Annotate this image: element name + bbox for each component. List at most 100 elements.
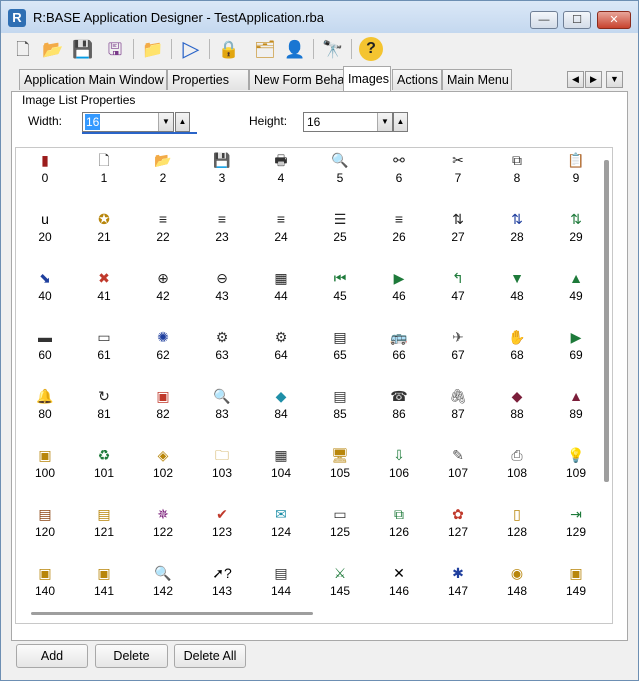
image-list-item[interactable]: 📋 9 [551,148,601,198]
image-list-item[interactable]: ⚙ 63 [197,325,247,375]
image-list-item[interactable]: ⚔ 145 [315,561,365,611]
tab-actions[interactable]: Actions [392,69,442,90]
image-list-item[interactable]: 🚌 66 [374,325,424,375]
image-list-item[interactable]: ▭ 125 [315,502,365,552]
image-list-item[interactable]: ▤ 121 [79,502,129,552]
image-list-item[interactable]: ✪ 21 [79,207,129,257]
image-list-item[interactable]: ✎ 107 [433,443,483,493]
image-list-item[interactable]: 💾 3 [197,148,247,198]
height-dropdown-button[interactable]: ▼ [377,113,392,131]
image-list-item[interactable]: ⎙ 108 [492,443,542,493]
image-list-item[interactable]: ▶ 46 [374,266,424,316]
width-dropdown-button[interactable]: ▼ [158,113,173,131]
image-list-item[interactable]: ⧉ 8 [492,148,542,198]
image-list-item[interactable]: 🔍 83 [197,384,247,434]
image-list-item[interactable]: ✉ 124 [256,502,306,552]
image-list-item[interactable]: ≡ 26 [374,207,424,257]
image-list-item[interactable]: u 20 [20,207,70,257]
toolbar-user-button[interactable]: 👤 [283,37,307,61]
image-list-item[interactable]: ▣ 140 [20,561,70,611]
image-list-item[interactable]: ▮ 0 [20,148,70,198]
toolbar-save-button[interactable]: 💾 [71,37,95,61]
image-list-item[interactable]: ⊕ 42 [138,266,188,316]
image-list-item[interactable]: 📂 2 [138,148,188,198]
image-list-item[interactable]: ☰ 25 [315,207,365,257]
image-list-item[interactable]: ⇩ 106 [374,443,424,493]
image-list-item[interactable]: ◉ 148 [492,561,542,611]
image-list-item[interactable]: ⊖ 43 [197,266,247,316]
delete-button[interactable]: Delete [95,644,168,668]
horizontal-scrollbar-thumb[interactable] [31,612,313,615]
image-list-item[interactable]: ▣ 82 [138,384,188,434]
tab-main-menu[interactable]: Main Menu [442,69,512,90]
image-list-item[interactable]: ▤ 85 [315,384,365,434]
toolbar-find-button[interactable]: 🔭 [321,37,345,61]
image-list-item[interactable]: ◆ 88 [492,384,542,434]
toolbar-new-button[interactable]: 🗋 [11,37,35,61]
image-list-item[interactable]: ▤ 65 [315,325,365,375]
image-list-item[interactable]: ≡ 23 [197,207,247,257]
image-list-item[interactable]: ≡ 22 [138,207,188,257]
image-list-item[interactable]: ▣ 149 [551,561,601,611]
tab-properties[interactable]: Properties [167,69,249,90]
image-list-item[interactable]: ⇥ 129 [551,502,601,552]
image-list-item[interactable]: ⇅ 29 [551,207,601,257]
tab-menu-button[interactable]: ▼ [606,71,623,88]
toolbar-lock-button[interactable]: 🔒 [217,37,241,61]
image-list-item[interactable]: ▼ 48 [492,266,542,316]
image-list-item[interactable]: ▭ 61 [79,325,129,375]
image-list-item[interactable]: 🗋 1 [79,148,129,198]
image-list-item[interactable]: 🖇 87 [433,384,483,434]
image-list-item[interactable]: ◈ 102 [138,443,188,493]
image-list-item[interactable]: ▦ 104 [256,443,306,493]
image-list-item[interactable]: ✱ 147 [433,561,483,611]
image-list-item[interactable]: ✖ 41 [79,266,129,316]
image-list-item[interactable]: ✵ 122 [138,502,188,552]
image-list-item[interactable]: ▬ 60 [20,325,70,375]
image-list-item[interactable]: 🖥 105 [315,443,365,493]
toolbar-open-button[interactable]: 📂 [41,37,65,61]
image-list-item[interactable]: ⚙ 64 [256,325,306,375]
image-list-item[interactable]: ✈ 67 [433,325,483,375]
image-list-item[interactable]: ▣ 141 [79,561,129,611]
image-list-item[interactable]: ✋ 68 [492,325,542,375]
toolbar-run-button[interactable]: ▷ [179,37,203,61]
toolbar-help-button[interactable]: ? [359,37,383,61]
image-list-item[interactable]: ⇅ 28 [492,207,542,257]
image-list-item[interactable]: ⇅ 27 [433,207,483,257]
title-bar[interactable]: R R:BASE Application Designer - TestAppl… [1,1,638,33]
minimize-button[interactable]: — [530,11,558,29]
image-list-item[interactable]: ☎ 86 [374,384,424,434]
height-combo[interactable]: 16 ▼ [303,112,393,132]
image-list-item[interactable]: ⏮ 45 [315,266,365,316]
image-list-item[interactable]: 🖶 4 [256,148,306,198]
image-list-item[interactable]: ⧉ 126 [374,502,424,552]
tab-scroll-left-button[interactable]: ◀ [567,71,584,88]
maximize-button[interactable]: ☐ [563,11,591,29]
image-list-item[interactable]: ✿ 127 [433,502,483,552]
vertical-scrollbar-thumb[interactable] [604,160,609,482]
image-list-item[interactable]: ▤ 144 [256,561,306,611]
image-list-item[interactable]: ▯ 128 [492,502,542,552]
image-list-item[interactable]: ➚? 143 [197,561,247,611]
image-list-item[interactable]: 🗀 103 [197,443,247,493]
image-list-item[interactable]: ↰ 47 [433,266,483,316]
image-list-item[interactable]: 🔔 80 [20,384,70,434]
width-spin-button[interactable]: ▲ [175,112,190,132]
toolbar-tree-button[interactable]: 🗂 [253,37,277,61]
image-list-item[interactable]: ✂ 7 [433,148,483,198]
image-list-item[interactable]: ▤ 120 [20,502,70,552]
image-list-item[interactable]: ♻ 101 [79,443,129,493]
close-button[interactable]: ✕ [597,11,631,29]
toolbar-folder-up-button[interactable]: 📁 [141,37,165,61]
image-list-item[interactable]: ✔ 123 [197,502,247,552]
add-button[interactable]: Add [16,644,88,668]
image-list-item[interactable]: ✕ 146 [374,561,424,611]
tab-images[interactable]: Images [343,66,391,91]
image-list-item[interactable]: ✺ 62 [138,325,188,375]
tab-scroll-right-button[interactable]: ▶ [585,71,602,88]
image-list-item[interactable]: ◆ 84 [256,384,306,434]
image-list-grid[interactable]: ▮ 0 🗋 1 📂 2 💾 3 🖶 4 🔍 5 ⚯ 6 ✂ 7 ⧉ 8 📋 9 u 20 ✪ 21 ≡ 22 ≡ 23 ≡ 24 ☰ 25 ≡ 2… [15,147,613,624]
image-list-item[interactable]: ↻ 81 [79,384,129,434]
width-combo[interactable]: 16 ▼ [82,112,174,132]
